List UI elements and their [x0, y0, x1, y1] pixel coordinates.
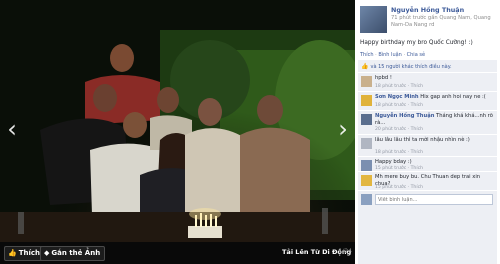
avatar[interactable] — [361, 160, 372, 171]
comment-meta: 18 phút trước · Thích — [375, 84, 424, 89]
photo-viewer: ‹ › 👍 Thích ◆ Gắn thẻ Ảnh Tải Lên Từ Di Độ… — [0, 0, 500, 264]
photo-count: 1/24 — [338, 248, 352, 255]
comment-meta: 18 phút trước · Thích — [375, 103, 424, 108]
comment-text: Happy bday :) — [375, 159, 412, 165]
avatar[interactable] — [361, 95, 372, 106]
like-photo-label: Thích — [18, 249, 41, 257]
avatar[interactable] — [360, 6, 387, 33]
comment-composer — [358, 190, 497, 206]
comment-input[interactable] — [375, 194, 493, 205]
comment-link[interactable]: Bình luận — [378, 52, 402, 58]
comment-item: Nguyễn Hồng Thuận Tháng khá khá...nh rõ … — [358, 110, 497, 134]
comment-text: Hix gap anh hoi nay ne :( — [420, 94, 486, 100]
photo-stage: ‹ › 👍 Thích ◆ Gắn thẻ Ảnh Tải Lên Từ Di Độ… — [0, 0, 355, 264]
avatar[interactable] — [361, 138, 372, 149]
comment-meta: 18 phút trước · Thích — [375, 150, 424, 155]
comment-text: lâu lâu lâu thì ta mời nhậu nhìn nè :) — [375, 137, 470, 143]
share-link[interactable]: Chia sẻ — [407, 52, 425, 58]
comment-item: lâu lâu lâu thì ta mời nhậu nhìn nè :) 1… — [358, 134, 497, 156]
poster-name[interactable]: Nguyễn Hồng Thuận — [391, 6, 464, 14]
tag-icon: ◆ — [44, 249, 50, 257]
commenter-name[interactable]: Sơn Ngọc Minh — [375, 94, 419, 100]
avatar[interactable] — [361, 114, 372, 125]
side-panel: Nguyễn Hồng Thuận 71 phút trước gần Quan… — [355, 0, 500, 264]
thumbs-up-icon: 👍 — [361, 63, 369, 70]
tag-photo-label: Gắn thẻ Ảnh — [51, 249, 101, 257]
avatar[interactable] — [361, 175, 372, 186]
thumbs-up-icon: 👍 — [8, 249, 17, 257]
chevron-left-icon[interactable]: ‹ — [4, 114, 20, 144]
post-caption: Happy birthday my bro Quốc Cường! :) — [360, 40, 473, 46]
avatar[interactable] — [361, 76, 372, 87]
comment-meta: 20 phút trước · Thích — [375, 127, 424, 132]
photo-action-bar: 👍 Thích ◆ Gắn thẻ Ảnh Tải Lên Từ Di Động 1… — [0, 242, 355, 264]
commenter-name[interactable]: Nguyễn Hồng Thuận — [375, 113, 434, 119]
likes-text: và 15 người khác thích điều này. — [370, 64, 452, 70]
post-meta: 71 phút trước gần Quang Nam, Quang Nam-D… — [391, 15, 491, 28]
comment-item: Happy bday :) 15 phút trước · Thích — [358, 156, 497, 171]
chevron-right-icon[interactable]: › — [335, 114, 351, 144]
likes-summary[interactable]: 👍 và 15 người khác thích điều này. — [361, 62, 494, 72]
comment-item: Sơn Ngọc Minh Hix gap anh hoi nay ne :( … — [358, 91, 497, 110]
post-actions: Thích · Bình luận · Chia sẻ — [360, 52, 426, 58]
tag-photo-button[interactable]: ◆ Gắn thẻ Ảnh — [40, 246, 106, 261]
like-link[interactable]: Thích — [360, 52, 374, 58]
like-photo-button[interactable]: 👍 Thích — [4, 246, 46, 261]
avatar — [361, 194, 372, 205]
poster-header: Nguyễn Hồng Thuận 71 phút trước gần Quan… — [360, 6, 496, 36]
comment-item: Mh mere buy bu. Chu Thuan dep trai xin c… — [358, 171, 497, 190]
feedback-section: 👍 và 15 người khác thích điều này. hpbd !… — [358, 60, 497, 264]
comment-item: hpbd ! 18 phút trước · Thích — [358, 72, 497, 91]
comment-text: hpbd ! — [375, 75, 392, 81]
photo — [0, 0, 355, 242]
